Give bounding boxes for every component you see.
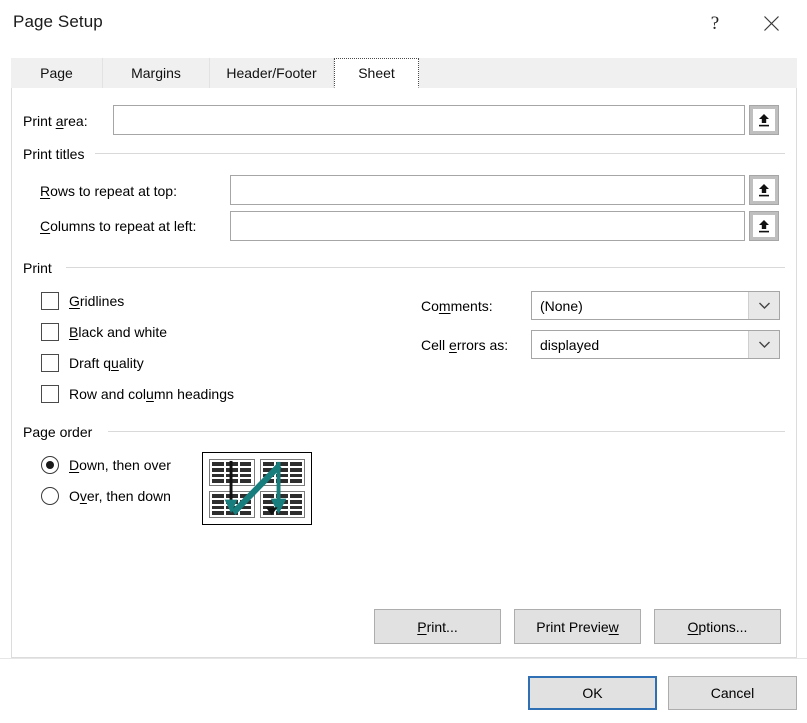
comments-label: Comments: xyxy=(421,298,493,314)
ok-button-label: OK xyxy=(582,685,603,701)
preview-page-thumb xyxy=(209,459,255,486)
checkbox-gridlines-label: Gridlines xyxy=(69,293,125,309)
checkbox-gridlines[interactable]: Gridlines xyxy=(41,292,124,310)
checkbox-draft-quality-label: Draft quality xyxy=(69,355,144,371)
tab-sheet[interactable]: Sheet xyxy=(334,58,419,88)
question-mark-icon: ? xyxy=(710,12,720,34)
comments-dropdown-value: (None) xyxy=(540,297,583,314)
options-button-label: Options... xyxy=(687,618,748,635)
help-button[interactable]: ? xyxy=(692,0,738,46)
page-title: Page Setup xyxy=(13,12,103,31)
ok-button[interactable]: OK xyxy=(528,676,657,710)
page-order-group-rule xyxy=(108,431,785,432)
columns-to-repeat-label: Columns to repeat at left: xyxy=(40,218,197,234)
radio-over-then-down[interactable]: Over, then down xyxy=(41,487,171,505)
chevron-down-icon xyxy=(748,331,779,358)
collapse-dialog-up-arrow-icon xyxy=(753,179,775,201)
radio-box xyxy=(41,456,59,474)
checkbox-row-and-column-headings-label: Row and column headings xyxy=(69,386,235,402)
checkbox-row-and-column-headings[interactable]: Row and column headings xyxy=(41,385,234,403)
collapse-dialog-up-arrow-icon xyxy=(753,215,775,237)
sheet-tab-panel xyxy=(11,88,797,658)
print-preview-button[interactable]: Print Preview xyxy=(514,609,641,644)
print-titles-group-rule xyxy=(95,153,785,154)
print-titles-group-label: Print titles xyxy=(23,147,91,161)
print-button[interactable]: Print... xyxy=(374,609,501,644)
collapse-dialog-up-arrow-icon xyxy=(753,109,775,131)
cell-errors-label: Cell errors as: xyxy=(421,337,509,353)
tab-strip: Page Margins Header/Footer Sheet xyxy=(11,58,797,89)
print-button-label: Print... xyxy=(417,618,458,635)
options-button[interactable]: Options... xyxy=(654,609,781,644)
checkbox-box xyxy=(41,292,59,310)
preview-page-thumb xyxy=(259,459,305,486)
radio-over-then-down-label: Over, then down xyxy=(69,488,171,504)
rows-to-repeat-label: Rows to repeat at top: xyxy=(40,183,177,199)
print-area-range-picker-button[interactable] xyxy=(749,105,779,135)
page-order-preview xyxy=(202,452,312,525)
print-group-rule xyxy=(66,267,785,268)
page-order-preview-pages xyxy=(209,459,305,518)
radio-down-then-over-label: Down, then over xyxy=(69,457,171,473)
checkbox-black-and-white[interactable]: Black and white xyxy=(41,323,167,341)
checkbox-box xyxy=(41,323,59,341)
checkbox-box xyxy=(41,354,59,372)
close-button[interactable] xyxy=(748,0,794,46)
comments-dropdown[interactable]: (None) xyxy=(531,291,780,320)
preview-page-thumb xyxy=(209,491,255,518)
tab-margins[interactable]: Margins xyxy=(103,58,210,88)
cancel-button[interactable]: Cancel xyxy=(668,676,797,710)
preview-page-thumb xyxy=(259,491,305,518)
print-preview-button-label: Print Preview xyxy=(536,618,619,635)
cell-errors-dropdown[interactable]: displayed xyxy=(531,330,780,359)
print-group-label: Print xyxy=(23,261,58,275)
cell-errors-dropdown-value: displayed xyxy=(540,336,600,353)
close-x-icon xyxy=(763,15,780,32)
rows-to-repeat-range-picker-button[interactable] xyxy=(749,175,779,205)
checkbox-draft-quality[interactable]: Draft quality xyxy=(41,354,144,372)
rows-to-repeat-input[interactable] xyxy=(230,175,745,205)
print-area-input[interactable] xyxy=(113,105,745,135)
print-area-label: Print area: xyxy=(23,113,88,129)
cancel-button-label: Cancel xyxy=(710,685,755,701)
radio-box xyxy=(41,487,59,505)
checkbox-black-and-white-label: Black and white xyxy=(69,324,168,340)
columns-to-repeat-range-picker-button[interactable] xyxy=(749,211,779,241)
title-bar: Page Setup ? xyxy=(0,0,807,48)
radio-down-then-over[interactable]: Down, then over xyxy=(41,456,171,474)
page-order-group-label: Page order xyxy=(23,425,99,439)
chevron-down-icon xyxy=(748,292,779,319)
columns-to-repeat-input[interactable] xyxy=(230,211,745,241)
dialog-button-bar: OK Cancel xyxy=(0,659,807,723)
tab-page[interactable]: Page xyxy=(11,58,103,88)
checkbox-box xyxy=(41,385,59,403)
tab-header-footer[interactable]: Header/Footer xyxy=(210,58,334,88)
